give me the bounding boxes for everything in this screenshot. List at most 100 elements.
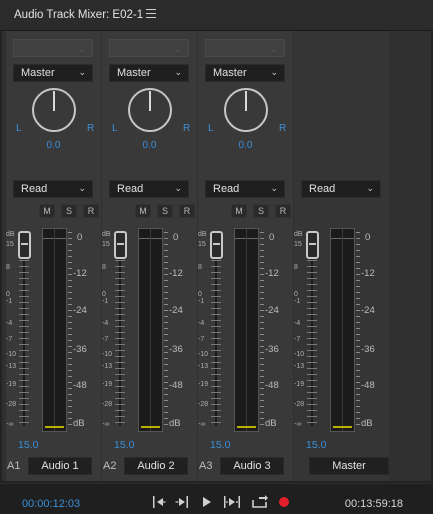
- volume-value[interactable]: 15.0: [306, 439, 326, 451]
- meter-scale-label: -24: [265, 305, 279, 316]
- transport-bar: 00:00:12:03 00:13:59:18: [0, 483, 433, 514]
- track-strip-a2: ⌄ Master ⌄ L R 0.0 M S R Read ⌄ dB 15 8 0 -1 -4 -7 -10 -13-…: [102, 31, 197, 481]
- fader-scale-label: 15: [6, 241, 14, 248]
- track-name-button[interactable]: Audio 3: [220, 457, 284, 475]
- input-select[interactable]: ⌄: [205, 39, 285, 57]
- panel-title: Audio Track Mixer: E02-1: [14, 9, 144, 21]
- record-enable-button[interactable]: R: [275, 204, 291, 218]
- track-id-label: A3: [199, 460, 213, 472]
- chevron-down-icon: ⌄: [174, 183, 182, 193]
- fader-scale-label: -13: [102, 363, 113, 370]
- fader-scale-label: -1: [6, 298, 13, 305]
- fader-scale-label: -28: [6, 401, 17, 408]
- meter-scale-label: 0: [365, 232, 371, 243]
- volume-value[interactable]: 15.0: [18, 439, 38, 451]
- output-select[interactable]: Master ⌄: [205, 64, 285, 82]
- meter-ticks: [164, 228, 168, 432]
- solo-button[interactable]: S: [253, 204, 269, 218]
- volume-value[interactable]: 15.0: [114, 439, 134, 451]
- fader-ticks: [19, 236, 29, 426]
- duration-timecode: 00:13:59:18: [344, 498, 403, 510]
- record-enable-button[interactable]: R: [179, 204, 195, 218]
- current-timecode[interactable]: 00:00:12:03: [22, 498, 80, 510]
- go-to-out-point-button[interactable]: [174, 494, 190, 510]
- automation-mode-value: Read: [213, 183, 240, 195]
- chevron-down-icon: ⌄: [270, 44, 278, 54]
- chevron-down-icon: ⌄: [366, 183, 374, 193]
- track-name-button[interactable]: Audio 2: [124, 457, 188, 475]
- solo-button[interactable]: S: [61, 204, 77, 218]
- fader-scale-label: 15: [198, 241, 206, 248]
- fader-ticks: [211, 236, 221, 426]
- output-select[interactable]: Master ⌄: [109, 64, 189, 82]
- level-meter: [330, 228, 355, 432]
- fader-scale-label: -13: [198, 363, 209, 370]
- input-select[interactable]: ⌄: [13, 39, 93, 57]
- solo-button[interactable]: S: [157, 204, 173, 218]
- chevron-down-icon: ⌄: [270, 183, 278, 193]
- volume-value[interactable]: 15.0: [210, 439, 230, 451]
- record-enable-button[interactable]: R: [83, 204, 99, 218]
- meter-scale-label: 0: [77, 232, 83, 243]
- input-select[interactable]: ⌄: [109, 39, 189, 57]
- meter-ticks: [356, 228, 360, 432]
- track-id-label: A1: [7, 460, 21, 472]
- play-button[interactable]: [200, 494, 214, 510]
- mute-button[interactable]: M: [39, 204, 55, 218]
- level-meter: [138, 228, 163, 432]
- pan-right-label: R: [87, 123, 95, 134]
- track-id-label: A2: [103, 460, 117, 472]
- panel-menu-icon[interactable]: [146, 9, 156, 19]
- mute-button[interactable]: M: [231, 204, 247, 218]
- meter-scale-label: -36: [265, 344, 279, 355]
- volume-fader-handle[interactable]: [306, 231, 319, 259]
- volume-fader-handle[interactable]: [210, 231, 223, 259]
- pan-right-label: R: [279, 123, 287, 134]
- automation-mode-select[interactable]: Read ⌄: [205, 180, 285, 198]
- chevron-down-icon: ⌄: [270, 67, 278, 77]
- meter-scale-label: -48: [265, 380, 279, 391]
- automation-mode-select[interactable]: Read ⌄: [109, 180, 189, 198]
- pan-knob[interactable]: [224, 88, 268, 132]
- chevron-down-icon: ⌄: [174, 44, 182, 54]
- fader-scale-label: -28: [294, 401, 305, 408]
- output-select-value: Master: [213, 67, 247, 79]
- pan-value[interactable]: 0.0: [198, 140, 293, 151]
- chevron-down-icon: ⌄: [78, 44, 86, 54]
- loop-button[interactable]: [251, 494, 269, 510]
- automation-mode-select[interactable]: Read ⌄: [13, 180, 93, 198]
- track-strip-a1: ⌄ Master ⌄ L R 0.0 M S R Read ⌄ dB 15 8 0 -1 -4 -7 -10 -13-…: [6, 31, 101, 481]
- fader-scale-label: -10: [198, 351, 209, 358]
- play-in-to-out-icon: [224, 496, 240, 508]
- meter-scale-label: dB: [361, 418, 373, 429]
- go-to-in-point-button[interactable]: [151, 494, 167, 510]
- level-meter: [234, 228, 259, 432]
- mixer-area: ⌄ Master ⌄ L R 0.0 M S R Read ⌄ dB 15 8 0 -1 -4 -7 -10 -13-…: [2, 31, 431, 481]
- pan-value[interactable]: 0.0: [6, 140, 101, 151]
- mute-button[interactable]: M: [135, 204, 151, 218]
- meter-scale-label: dB: [169, 418, 181, 429]
- play-in-to-out-button[interactable]: [223, 494, 241, 510]
- meter-scale-label: -24: [169, 305, 183, 316]
- fader-scale-label: 8: [294, 264, 298, 271]
- fader-scale-label: 0: [198, 291, 202, 298]
- fader-scale-label: -7: [294, 336, 301, 343]
- volume-fader-handle[interactable]: [114, 231, 127, 259]
- fader-scale-label: dB: [102, 231, 111, 238]
- play-icon: [203, 497, 211, 507]
- panel-header: Audio Track Mixer: E02-1: [0, 0, 433, 31]
- automation-mode-value: Read: [21, 183, 48, 195]
- record-button[interactable]: [277, 494, 291, 510]
- fader-scale-label: -∞: [198, 421, 206, 428]
- pan-knob[interactable]: [128, 88, 172, 132]
- volume-fader-handle[interactable]: [18, 231, 31, 259]
- automation-mode-select[interactable]: Read ⌄: [301, 180, 381, 198]
- pan-knob[interactable]: [32, 88, 76, 132]
- pan-value[interactable]: 0.0: [102, 140, 197, 151]
- track-strip-a3: ⌄ Master ⌄ L R 0.0 M S R Read ⌄ dB 15 8 0 -1 -4 -7 -10 -13-…: [198, 31, 293, 481]
- track-name-button[interactable]: Audio 1: [28, 457, 92, 475]
- pan-right-label: R: [183, 123, 191, 134]
- fader-scale-label: -13: [294, 363, 305, 370]
- output-select[interactable]: Master ⌄: [13, 64, 93, 82]
- master-name-button[interactable]: Master: [309, 457, 389, 475]
